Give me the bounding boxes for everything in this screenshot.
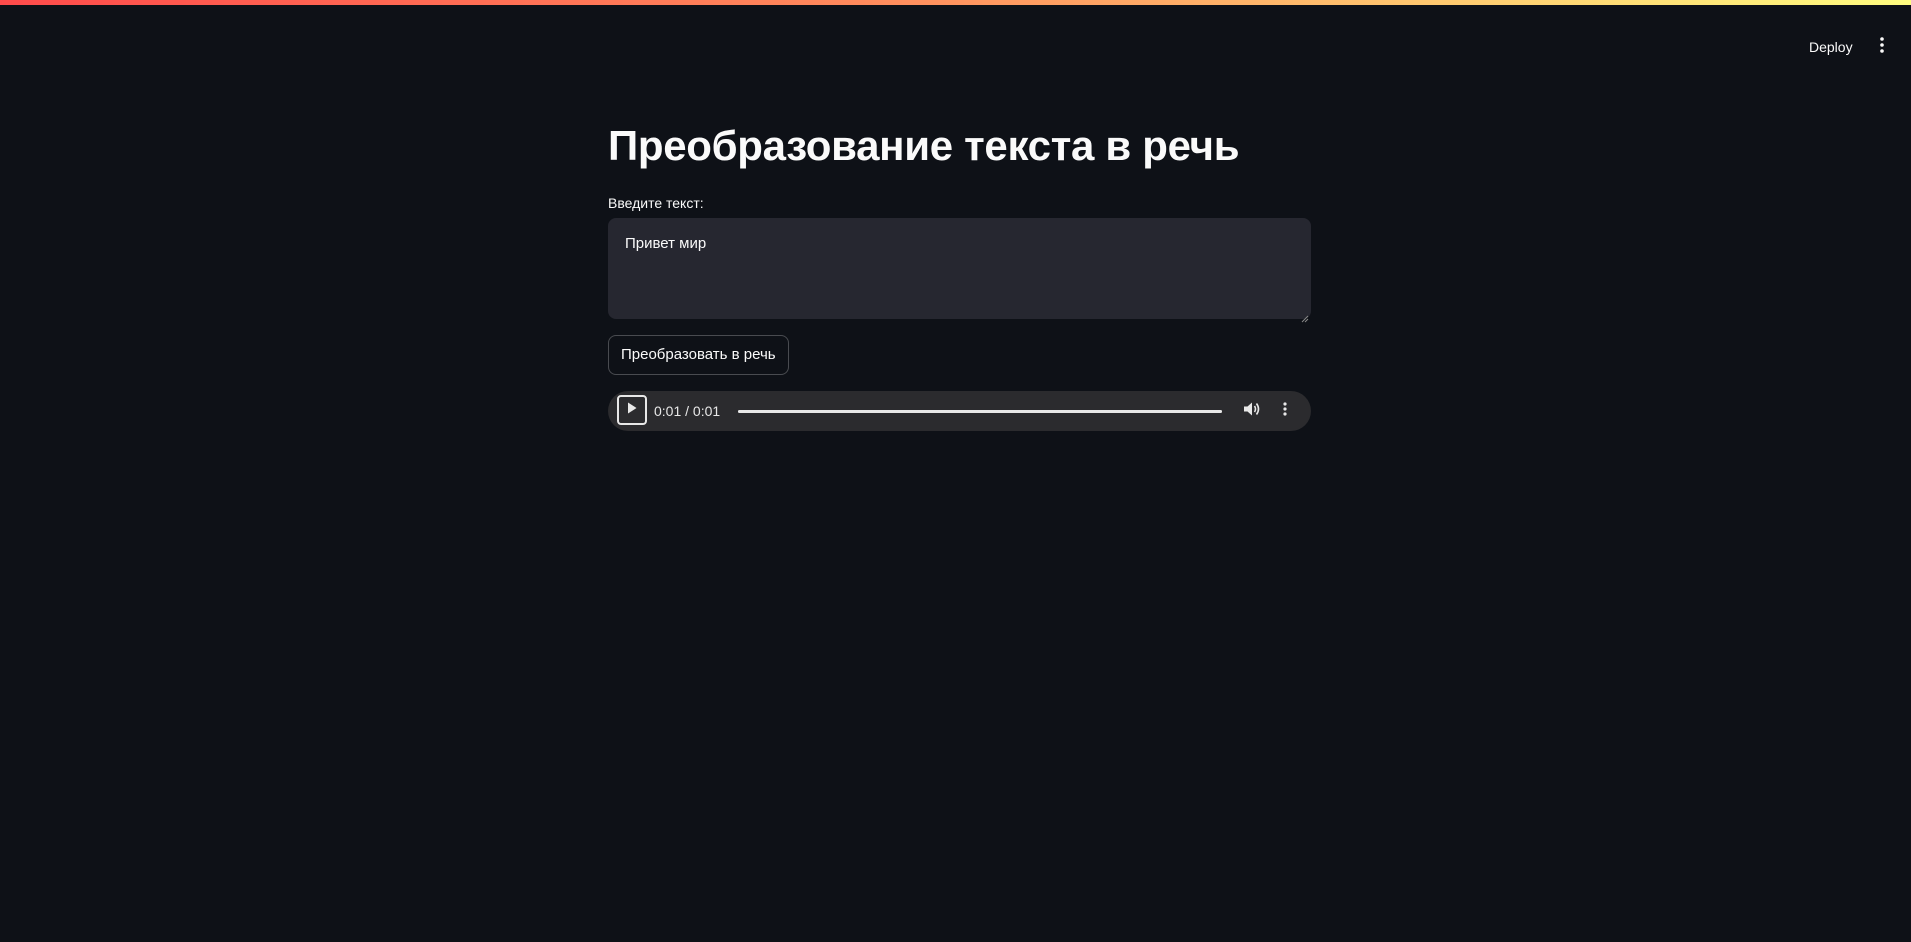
kebab-menu-icon: [1283, 401, 1287, 421]
text-input[interactable]: Привет мир: [608, 218, 1311, 323]
audio-progress-bar[interactable]: [738, 410, 1222, 413]
volume-icon: [1243, 401, 1261, 422]
page-title: Преобразование текста в речь: [608, 122, 1240, 169]
audio-time-display: 0:01 / 0:01: [654, 403, 721, 419]
audio-progress-fill: [738, 410, 1222, 413]
kebab-menu-icon: [1880, 36, 1884, 58]
volume-button[interactable]: [1241, 401, 1263, 421]
convert-to-speech-button[interactable]: Преобразовать в речь: [608, 335, 789, 375]
audio-options-button[interactable]: [1280, 401, 1290, 421]
main-menu-button[interactable]: [1870, 31, 1894, 63]
text-input-value: Привет мир: [625, 235, 707, 252]
resize-handle-icon[interactable]: [1301, 309, 1309, 323]
text-input-label: Введите текст:: [608, 195, 704, 211]
deploy-button[interactable]: Deploy: [1801, 31, 1861, 63]
play-icon: [627, 401, 637, 419]
app-header: Deploy: [0, 5, 1911, 77]
audio-player: 0:01 / 0:01: [608, 391, 1311, 431]
play-button[interactable]: [617, 395, 647, 425]
